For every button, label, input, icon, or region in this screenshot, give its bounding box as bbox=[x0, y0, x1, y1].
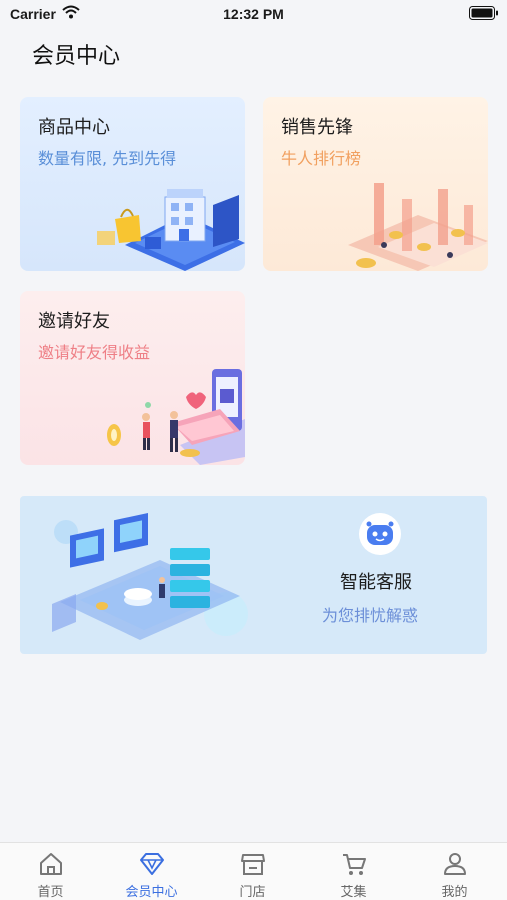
ranking-illustration bbox=[348, 183, 488, 271]
tab-aiji[interactable]: 艾集 bbox=[303, 843, 404, 900]
tab-mine-label: 我的 bbox=[441, 885, 468, 900]
user-icon bbox=[444, 853, 466, 875]
products-card[interactable]: 商品中心 数量有限, 先到先得 bbox=[20, 97, 245, 271]
tab-home-label: 首页 bbox=[37, 885, 64, 900]
page-title: 会员中心 bbox=[32, 44, 121, 69]
sales-card[interactable]: 销售先锋 牛人排行榜 bbox=[263, 97, 488, 271]
tab-member-center[interactable]: 会员中心 bbox=[101, 843, 202, 900]
datacenter-illustration bbox=[52, 513, 248, 640]
tab-aiji-label: 艾集 bbox=[340, 885, 367, 900]
sales-card-title: 销售先锋 bbox=[281, 117, 353, 138]
store-icon bbox=[241, 854, 265, 875]
tab-mine[interactable]: 我的 bbox=[404, 843, 505, 900]
home-icon bbox=[40, 853, 62, 875]
service-card-title: 智能客服 bbox=[340, 572, 412, 593]
status-bar: Carrier 12:32 PM bbox=[0, 0, 507, 28]
battery-icon bbox=[469, 6, 498, 20]
tab-store[interactable]: 门店 bbox=[202, 843, 303, 900]
diamond-icon bbox=[140, 853, 164, 875]
invite-card-subtitle: 邀请好友得收益 bbox=[38, 343, 151, 362]
tab-store-label: 门店 bbox=[239, 885, 266, 900]
service-card-subtitle: 为您排忧解惑 bbox=[322, 606, 419, 625]
tab-home[interactable]: 首页 bbox=[0, 843, 101, 900]
smart-service-card[interactable]: 智能客服 为您排忧解惑 bbox=[20, 496, 487, 654]
shopping-illustration bbox=[97, 189, 245, 271]
bottom-tab-bar: 首页 会员中心 门店 艾集 我的 bbox=[0, 842, 507, 900]
cart-icon bbox=[343, 854, 366, 875]
invite-card[interactable]: 邀请好友 邀请好友得收益 bbox=[20, 291, 245, 465]
invite-card-title: 邀请好友 bbox=[38, 311, 110, 332]
products-card-subtitle: 数量有限, 先到先得 bbox=[38, 149, 177, 168]
robot-icon bbox=[359, 513, 401, 555]
sales-card-subtitle: 牛人排行榜 bbox=[281, 149, 362, 168]
invite-illustration bbox=[107, 369, 245, 465]
tab-member-center-label: 会员中心 bbox=[125, 885, 178, 900]
status-time: 12:32 PM bbox=[223, 6, 284, 22]
products-card-title: 商品中心 bbox=[38, 117, 110, 138]
